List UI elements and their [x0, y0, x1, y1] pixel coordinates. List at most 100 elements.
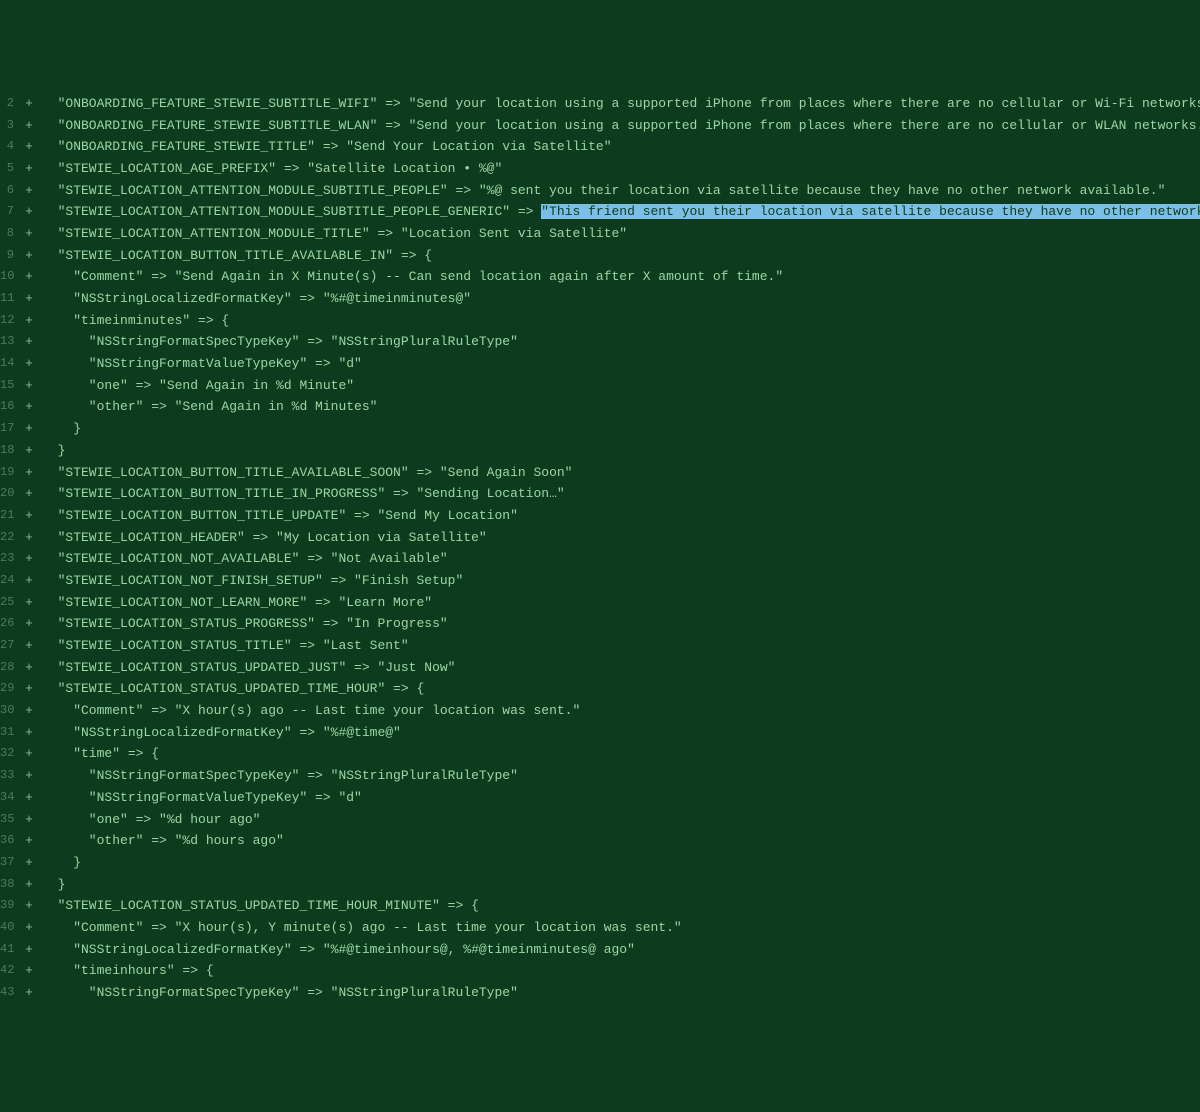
code-row[interactable]: 11+ "NSStringLocalizedFormatKey" => "%#@… [0, 288, 1200, 310]
code-line[interactable]: "NSStringFormatSpecTypeKey" => "NSString… [42, 765, 1200, 787]
code-row[interactable]: 34+ "NSStringFormatValueTypeKey" => "d" [0, 787, 1200, 809]
code-row[interactable]: 33+ "NSStringFormatSpecTypeKey" => "NSSt… [0, 765, 1200, 787]
code-line[interactable]: "NSStringFormatValueTypeKey" => "d" [42, 787, 1200, 809]
code-line[interactable]: "STEWIE_LOCATION_BUTTON_TITLE_UPDATE" =>… [42, 505, 1200, 527]
code-row[interactable]: 24+ "STEWIE_LOCATION_NOT_FINISH_SETUP" =… [0, 570, 1200, 592]
code-row[interactable]: 37+ } [0, 852, 1200, 874]
code-row[interactable]: 42+ "timeinhours" => { [0, 960, 1200, 982]
code-row[interactable]: 38+ } [0, 874, 1200, 896]
code-row[interactable]: 2+ "ONBOARDING_FEATURE_STEWIE_SUBTITLE_W… [0, 93, 1200, 115]
code-line[interactable]: "STEWIE_LOCATION_ATTENTION_MODULE_SUBTIT… [42, 201, 1200, 223]
code-line[interactable]: "NSStringFormatValueTypeKey" => "d" [42, 353, 1200, 375]
code-line[interactable]: "other" => "%d hours ago" [42, 830, 1200, 852]
diff-marker: + [16, 331, 42, 353]
code-line[interactable]: "STEWIE_LOCATION_BUTTON_TITLE_AVAILABLE_… [42, 245, 1200, 267]
code-line[interactable]: "NSStringLocalizedFormatKey" => "%#@time… [42, 939, 1200, 961]
code-editor[interactable]: 2+ "ONBOARDING_FEATURE_STEWIE_SUBTITLE_W… [0, 87, 1200, 1004]
code-row[interactable]: 35+ "one" => "%d hour ago" [0, 809, 1200, 831]
code-row[interactable]: 36+ "other" => "%d hours ago" [0, 830, 1200, 852]
code-line[interactable]: "STEWIE_LOCATION_NOT_AVAILABLE" => "Not … [42, 548, 1200, 570]
code-row[interactable]: 39+ "STEWIE_LOCATION_STATUS_UPDATED_TIME… [0, 895, 1200, 917]
diff-marker: + [16, 418, 42, 440]
code-row[interactable]: 19+ "STEWIE_LOCATION_BUTTON_TITLE_AVAILA… [0, 462, 1200, 484]
code-row[interactable]: 23+ "STEWIE_LOCATION_NOT_AVAILABLE" => "… [0, 548, 1200, 570]
code-line[interactable]: "ONBOARDING_FEATURE_STEWIE_TITLE" => "Se… [42, 136, 1200, 158]
code-line[interactable]: "STEWIE_LOCATION_STATUS_UPDATED_JUST" =>… [42, 657, 1200, 679]
code-row[interactable]: 17+ } [0, 418, 1200, 440]
code-row[interactable]: 27+ "STEWIE_LOCATION_STATUS_TITLE" => "L… [0, 635, 1200, 657]
code-line[interactable]: "timeinhours" => { [42, 960, 1200, 982]
code-row[interactable]: 28+ "STEWIE_LOCATION_STATUS_UPDATED_JUST… [0, 657, 1200, 679]
code-line[interactable]: "NSStringFormatSpecTypeKey" => "NSString… [42, 331, 1200, 353]
code-row[interactable]: 40+ "Comment" => "X hour(s), Y minute(s)… [0, 917, 1200, 939]
code-row[interactable]: 16+ "other" => "Send Again in %d Minutes… [0, 396, 1200, 418]
code-line[interactable]: "NSStringLocalizedFormatKey" => "%#@time… [42, 722, 1200, 744]
code-line[interactable]: "one" => "%d hour ago" [42, 809, 1200, 831]
diff-marker: + [16, 765, 42, 787]
diff-marker: + [16, 852, 42, 874]
code-row[interactable]: 25+ "STEWIE_LOCATION_NOT_LEARN_MORE" => … [0, 592, 1200, 614]
code-row[interactable]: 29+ "STEWIE_LOCATION_STATUS_UPDATED_TIME… [0, 678, 1200, 700]
diff-marker: + [16, 93, 42, 115]
line-number: 32 [0, 743, 16, 765]
code-line[interactable]: "ONBOARDING_FEATURE_STEWIE_SUBTITLE_WLAN… [42, 115, 1200, 137]
code-line[interactable]: "other" => "Send Again in %d Minutes" [42, 396, 1200, 418]
code-row[interactable]: 41+ "NSStringLocalizedFormatKey" => "%#@… [0, 939, 1200, 961]
code-line[interactable]: "STEWIE_LOCATION_STATUS_UPDATED_TIME_HOU… [42, 895, 1200, 917]
code-line[interactable]: "STEWIE_LOCATION_BUTTON_TITLE_IN_PROGRES… [42, 483, 1200, 505]
code-row[interactable]: 43+ "NSStringFormatSpecTypeKey" => "NSSt… [0, 982, 1200, 1004]
code-row[interactable]: 3+ "ONBOARDING_FEATURE_STEWIE_SUBTITLE_W… [0, 115, 1200, 137]
line-number: 43 [0, 982, 16, 1004]
code-row[interactable]: 8+ "STEWIE_LOCATION_ATTENTION_MODULE_TIT… [0, 223, 1200, 245]
line-number: 5 [0, 158, 16, 180]
diff-marker: + [16, 266, 42, 288]
code-line[interactable]: "ONBOARDING_FEATURE_STEWIE_SUBTITLE_WIFI… [42, 93, 1200, 115]
code-line[interactable]: "STEWIE_LOCATION_ATTENTION_MODULE_TITLE"… [42, 223, 1200, 245]
code-line[interactable]: "STEWIE_LOCATION_STATUS_TITLE" => "Last … [42, 635, 1200, 657]
code-line[interactable]: "Comment" => "X hour(s), Y minute(s) ago… [42, 917, 1200, 939]
code-row[interactable]: 12+ "timeinminutes" => { [0, 310, 1200, 332]
code-line[interactable]: "STEWIE_LOCATION_STATUS_PROGRESS" => "In… [42, 613, 1200, 635]
code-row[interactable]: 22+ "STEWIE_LOCATION_HEADER" => "My Loca… [0, 527, 1200, 549]
code-line[interactable]: "STEWIE_LOCATION_AGE_PREFIX" => "Satelli… [42, 158, 1200, 180]
diff-marker: + [16, 548, 42, 570]
code-row[interactable]: 10+ "Comment" => "Send Again in X Minute… [0, 266, 1200, 288]
code-line[interactable]: } [42, 874, 1200, 896]
code-row[interactable]: 31+ "NSStringLocalizedFormatKey" => "%#@… [0, 722, 1200, 744]
code-line[interactable]: "STEWIE_LOCATION_NOT_FINISH_SETUP" => "F… [42, 570, 1200, 592]
code-row[interactable]: 20+ "STEWIE_LOCATION_BUTTON_TITLE_IN_PRO… [0, 483, 1200, 505]
code-row[interactable]: 15+ "one" => "Send Again in %d Minute" [0, 375, 1200, 397]
code-row[interactable]: 9+ "STEWIE_LOCATION_BUTTON_TITLE_AVAILAB… [0, 245, 1200, 267]
code-line[interactable]: "time" => { [42, 743, 1200, 765]
diff-marker: + [16, 353, 42, 375]
code-row[interactable]: 18+ } [0, 440, 1200, 462]
code-line[interactable]: "NSStringFormatSpecTypeKey" => "NSString… [42, 982, 1200, 1004]
code-row[interactable]: 6+ "STEWIE_LOCATION_ATTENTION_MODULE_SUB… [0, 180, 1200, 202]
code-line[interactable]: "STEWIE_LOCATION_ATTENTION_MODULE_SUBTIT… [42, 180, 1200, 202]
diff-marker: + [16, 310, 42, 332]
code-row[interactable]: 13+ "NSStringFormatSpecTypeKey" => "NSSt… [0, 331, 1200, 353]
code-row[interactable]: 21+ "STEWIE_LOCATION_BUTTON_TITLE_UPDATE… [0, 505, 1200, 527]
code-row[interactable]: 32+ "time" => { [0, 743, 1200, 765]
code-line[interactable]: "STEWIE_LOCATION_HEADER" => "My Location… [42, 527, 1200, 549]
code-line[interactable]: "Comment" => "Send Again in X Minute(s) … [42, 266, 1200, 288]
code-line[interactable]: } [42, 852, 1200, 874]
code-line[interactable]: "STEWIE_LOCATION_BUTTON_TITLE_AVAILABLE_… [42, 462, 1200, 484]
code-line[interactable]: "STEWIE_LOCATION_NOT_LEARN_MORE" => "Lea… [42, 592, 1200, 614]
line-number: 18 [0, 440, 16, 462]
code-line[interactable]: } [42, 418, 1200, 440]
diff-marker: + [16, 657, 42, 679]
code-row[interactable]: 30+ "Comment" => "X hour(s) ago -- Last … [0, 700, 1200, 722]
code-line[interactable]: "STEWIE_LOCATION_STATUS_UPDATED_TIME_HOU… [42, 678, 1200, 700]
code-row[interactable]: 26+ "STEWIE_LOCATION_STATUS_PROGRESS" =>… [0, 613, 1200, 635]
code-line[interactable]: } [42, 440, 1200, 462]
line-number: 2 [0, 93, 16, 115]
code-line[interactable]: "NSStringLocalizedFormatKey" => "%#@time… [42, 288, 1200, 310]
code-row[interactable]: 5+ "STEWIE_LOCATION_AGE_PREFIX" => "Sate… [0, 158, 1200, 180]
code-line[interactable]: "one" => "Send Again in %d Minute" [42, 375, 1200, 397]
code-row[interactable]: 4+ "ONBOARDING_FEATURE_STEWIE_TITLE" => … [0, 136, 1200, 158]
code-line[interactable]: "Comment" => "X hour(s) ago -- Last time… [42, 700, 1200, 722]
code-line[interactable]: "timeinminutes" => { [42, 310, 1200, 332]
code-row[interactable]: 14+ "NSStringFormatValueTypeKey" => "d" [0, 353, 1200, 375]
code-row[interactable]: 7+ "STEWIE_LOCATION_ATTENTION_MODULE_SUB… [0, 201, 1200, 223]
